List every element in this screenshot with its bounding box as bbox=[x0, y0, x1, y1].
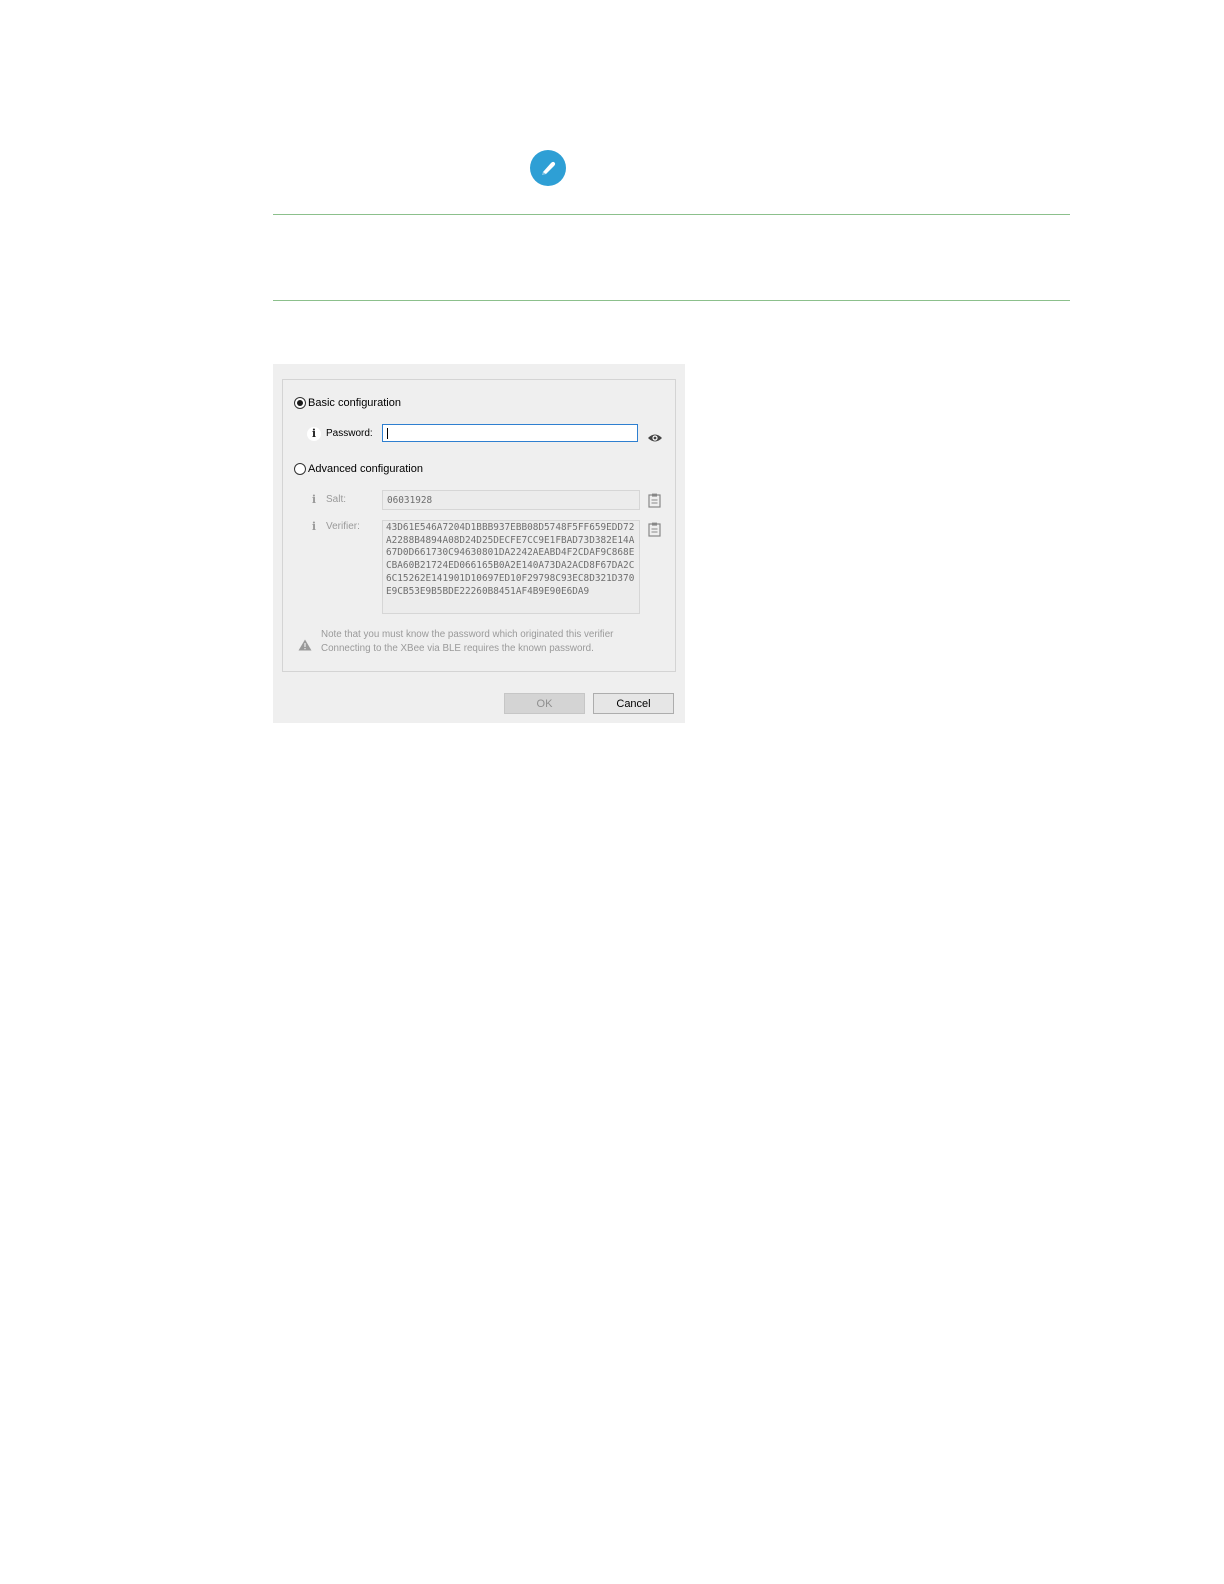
verifier-field: 43D61E546A7204D1BBB937EBB08D5748F5FF659E… bbox=[382, 520, 640, 614]
top-rule bbox=[273, 214, 1070, 215]
advanced-config-label: Advanced configuration bbox=[308, 463, 423, 475]
warning-text-line2: Connecting to the XBee via BLE requires … bbox=[321, 643, 594, 654]
clipboard-icon[interactable] bbox=[648, 522, 661, 541]
salt-field: 06031928 bbox=[382, 490, 640, 510]
info-icon[interactable]: i bbox=[307, 427, 321, 441]
advanced-radio-button[interactable] bbox=[294, 463, 306, 475]
password-dialog: Basic configuration i Password: Advanced… bbox=[273, 364, 685, 723]
warning-text-line1: Note that you must know the password whi… bbox=[321, 629, 614, 640]
eye-icon[interactable] bbox=[647, 428, 663, 447]
cancel-button[interactable]: Cancel bbox=[593, 693, 674, 714]
configuration-group: Basic configuration i Password: Advanced… bbox=[282, 379, 676, 672]
advanced-config-radio[interactable]: Advanced configuration bbox=[294, 463, 423, 475]
radio-selected-dot bbox=[297, 400, 303, 406]
ok-button[interactable]: OK bbox=[504, 693, 585, 714]
bottom-rule bbox=[273, 300, 1070, 301]
pencil-icon bbox=[530, 150, 566, 186]
clipboard-icon[interactable] bbox=[648, 493, 661, 512]
verifier-label: Verifier: bbox=[326, 521, 360, 532]
warning-icon bbox=[298, 636, 312, 655]
basic-config-radio[interactable]: Basic configuration bbox=[294, 397, 401, 409]
basic-config-label: Basic configuration bbox=[308, 397, 401, 409]
text-caret bbox=[387, 428, 388, 439]
info-icon: i bbox=[311, 520, 317, 533]
basic-radio-button[interactable] bbox=[294, 397, 306, 409]
password-input[interactable] bbox=[382, 424, 638, 442]
password-label: Password: bbox=[326, 428, 373, 439]
verifier-text: 43D61E546A7204D1BBB937EBB08D5748F5FF659E… bbox=[386, 522, 635, 597]
salt-label: Salt: bbox=[326, 494, 347, 505]
info-icon: i bbox=[311, 493, 317, 506]
